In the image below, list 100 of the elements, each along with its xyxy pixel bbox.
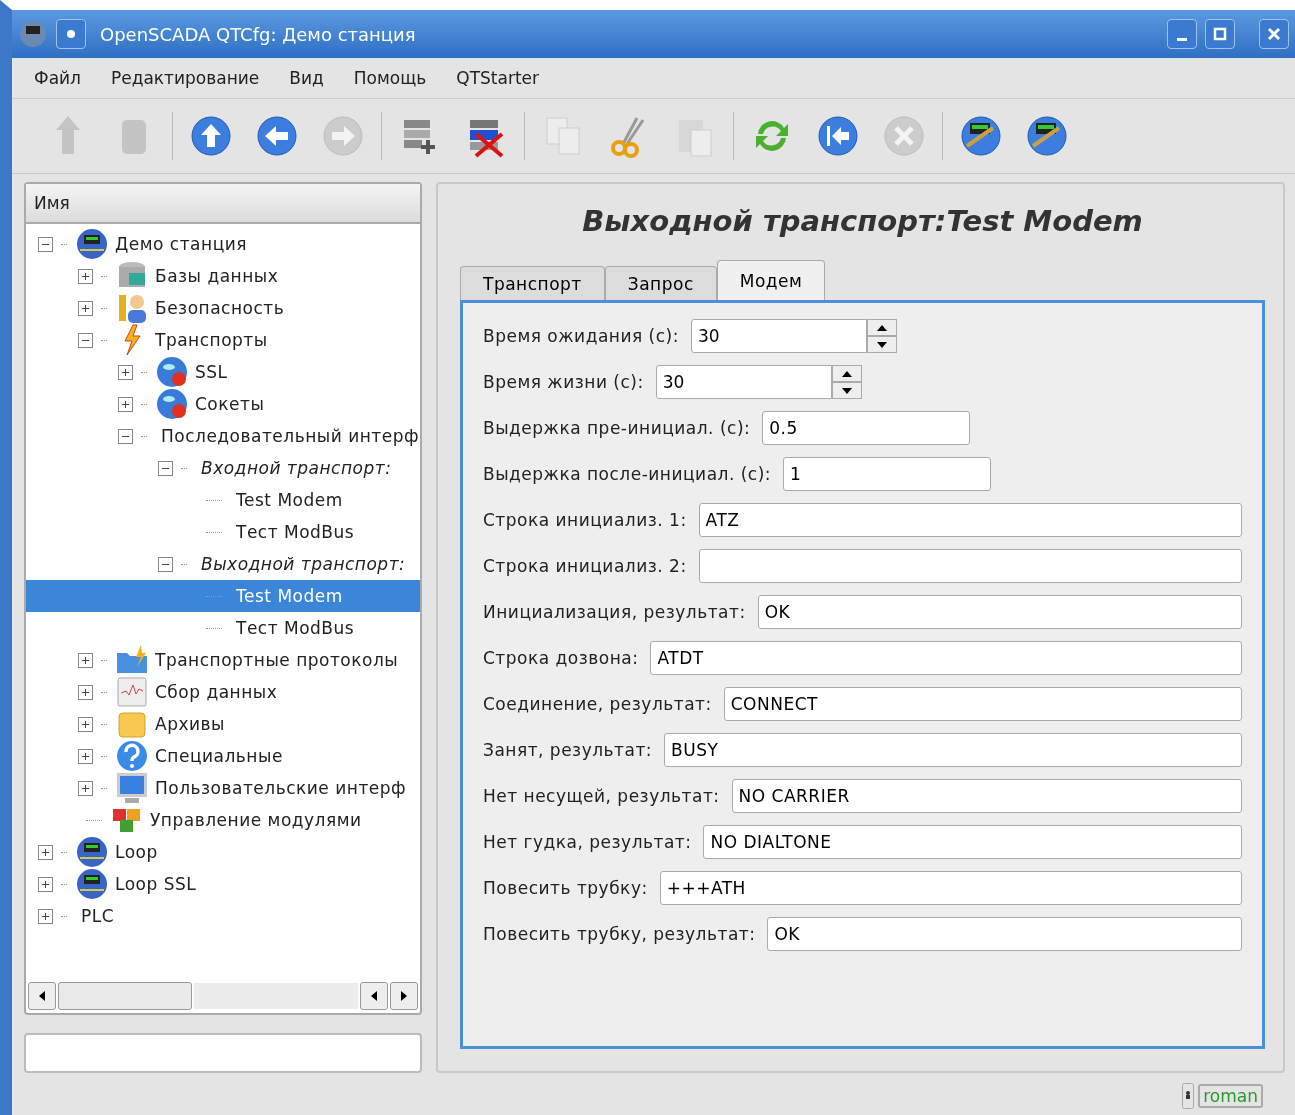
decrement-button[interactable]	[866, 336, 897, 353]
collapse-icon[interactable]	[78, 332, 93, 348]
tab[interactable]: Транспорт	[460, 266, 605, 300]
field-label: Нет несущей, результат:	[483, 786, 720, 806]
input-field[interactable]: CONNECT	[723, 687, 1242, 721]
scrollbar-handle[interactable]	[58, 982, 192, 1011]
field-label: Соединение, результат:	[483, 694, 712, 714]
tab[interactable]: Запрос	[604, 266, 717, 300]
expand-icon[interactable]	[78, 716, 93, 732]
expand-icon[interactable]	[78, 684, 93, 700]
input-field[interactable]: OK	[757, 595, 1242, 629]
expand-icon[interactable]	[78, 300, 93, 316]
input-field[interactable]: OK	[767, 917, 1242, 951]
column-header: Имя	[26, 184, 420, 224]
menu-item[interactable]: QTStarter	[456, 68, 539, 88]
tree-item[interactable]: Архивы	[26, 708, 420, 740]
tree-item[interactable]: Транспортные протоколы	[26, 644, 420, 676]
menu-item[interactable]: Редактирование	[110, 68, 260, 88]
input-field[interactable]: NO CARRIER	[731, 779, 1242, 813]
window-menu-button[interactable]	[56, 19, 86, 49]
input-field[interactable]: BUSY	[664, 733, 1242, 767]
close-button[interactable]	[1259, 19, 1289, 49]
tree-item[interactable]: Безопасность	[26, 292, 420, 324]
field-label: Время ожидания (с):	[483, 326, 679, 346]
tree-item[interactable]: Транспорты	[26, 324, 420, 356]
close-icon	[882, 114, 926, 158]
network-station-icon	[1025, 114, 1069, 158]
network-station-icon	[75, 835, 109, 869]
increment-button[interactable]	[831, 365, 862, 382]
scroll-right-button[interactable]	[390, 982, 418, 1011]
input-field[interactable]: ATZ	[698, 503, 1242, 537]
collapse-icon[interactable]	[38, 236, 53, 252]
expand-icon[interactable]	[118, 396, 133, 412]
globe-icon	[155, 355, 189, 389]
tree-item[interactable]: SSL	[26, 356, 420, 388]
input-field[interactable]: 30	[690, 319, 867, 353]
expand-icon[interactable]	[38, 876, 53, 892]
tree-item[interactable]: Пользовательские интерф	[26, 772, 420, 804]
menu-item[interactable]: Помощь	[353, 68, 427, 88]
monitor-icon	[115, 771, 149, 805]
input-field[interactable]	[24, 1033, 422, 1073]
scroll-left-button[interactable]	[360, 982, 388, 1011]
input-field[interactable]: +++ATH	[659, 871, 1242, 905]
input-field[interactable]: NO DIALTONE	[703, 825, 1242, 859]
app-icon	[18, 19, 48, 49]
tree-item[interactable]: PLC	[26, 900, 420, 932]
increment-button[interactable]	[866, 319, 897, 336]
field-label: Строка инициализ. 1:	[483, 510, 687, 530]
field-label: Строка дозвона:	[483, 648, 639, 668]
tree-item[interactable]: Test Modem	[26, 484, 420, 516]
down-triangle-icon	[840, 386, 853, 395]
close-icon	[1267, 27, 1281, 41]
tree-item[interactable]: Loop	[26, 836, 420, 868]
window-title: OpenSCADA QTCfg: Демо станция	[100, 23, 417, 45]
expand-icon[interactable]	[78, 268, 93, 284]
menu-item[interactable]: Вид	[289, 68, 324, 88]
tree-item[interactable]: Сокеты	[26, 388, 420, 420]
tab[interactable]: Модем	[716, 260, 826, 300]
maximize-button[interactable]	[1205, 19, 1235, 49]
tree-item[interactable]: Базы данных	[26, 260, 420, 292]
input-field[interactable]: ATDT	[650, 641, 1242, 675]
scroll-left-button[interactable]	[28, 982, 56, 1011]
expand-icon[interactable]	[118, 364, 133, 380]
expand-icon[interactable]	[78, 748, 93, 764]
input-field[interactable]: 1	[783, 457, 992, 491]
left-triangle-icon	[369, 990, 379, 1003]
field-label: Повесить трубку:	[483, 878, 648, 898]
decrement-button[interactable]	[831, 382, 862, 399]
input-field[interactable]	[698, 549, 1242, 583]
collapse-icon[interactable]	[158, 460, 173, 476]
tree-item[interactable]: Сбор данных	[26, 676, 420, 708]
tree-item[interactable]: Выходной транспорт:	[26, 548, 420, 580]
input-field[interactable]: 30	[655, 365, 832, 399]
tree-item[interactable]: Входной транспорт:	[26, 452, 420, 484]
expand-icon[interactable]	[78, 780, 93, 796]
input-field[interactable]: 0.5	[762, 411, 971, 445]
tree-item[interactable]: Демо станция	[26, 228, 420, 260]
tree-item[interactable]: Специальные	[26, 740, 420, 772]
tree-item[interactable]: Test Modem	[26, 580, 420, 612]
dot-icon	[65, 28, 77, 40]
expand-icon[interactable]	[78, 652, 93, 668]
field-label: Выдержка пре-инициал. (с):	[483, 418, 751, 438]
collapse-icon[interactable]	[118, 428, 133, 444]
maximize-icon	[1213, 27, 1227, 41]
tree-item[interactable]: Последовательный интерф	[26, 420, 420, 452]
minimize-button[interactable]	[1167, 19, 1197, 49]
field-label: Выдержка после-инициал. (с):	[483, 464, 772, 484]
tree-item[interactable]: Loop SSL	[26, 868, 420, 900]
help-icon	[115, 739, 149, 773]
chart-icon	[115, 675, 149, 709]
expand-icon[interactable]	[38, 908, 53, 924]
tree-item[interactable]: Тест ModBus	[26, 516, 420, 548]
network-station-icon	[959, 114, 1003, 158]
tree-item[interactable]: Управление модулями	[26, 804, 420, 836]
collapse-icon[interactable]	[158, 556, 173, 572]
menu-item[interactable]: Файл	[34, 68, 81, 88]
field-label: Инициализация, результат:	[483, 602, 746, 622]
network-station-icon	[75, 227, 109, 261]
expand-icon[interactable]	[38, 844, 53, 860]
tree-item[interactable]: Тест ModBus	[26, 612, 420, 644]
